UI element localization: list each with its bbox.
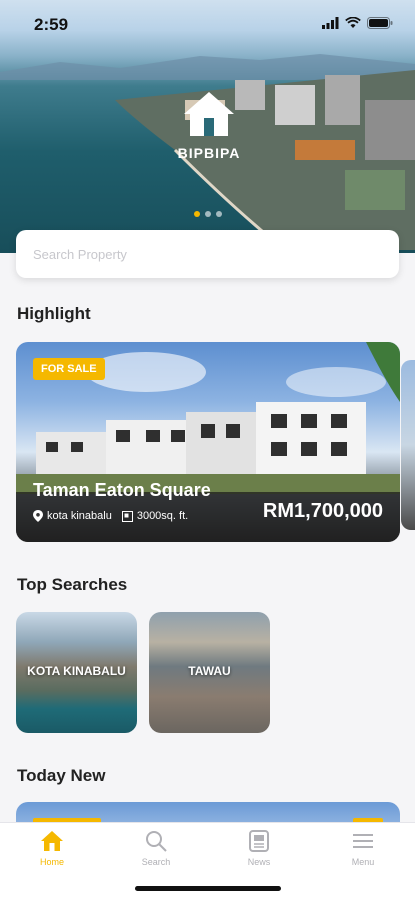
top-search-kota-kinabalu[interactable]: KOTA KINABALU xyxy=(16,612,137,733)
battery-icon xyxy=(367,17,393,29)
house-logo-icon xyxy=(184,92,234,136)
section-title-top-searches: Top Searches xyxy=(17,575,128,594)
property-size: 3000sq. ft. xyxy=(136,510,189,522)
brand-name: BIPBIPA xyxy=(177,145,241,161)
status-bar: 2:59 xyxy=(0,0,415,50)
search-input[interactable] xyxy=(16,230,399,278)
carousel-dots[interactable] xyxy=(194,211,222,217)
carousel-dot[interactable] xyxy=(205,211,211,217)
location-pin-icon xyxy=(33,510,43,522)
area-icon xyxy=(121,510,133,522)
section-title-highlight: Highlight xyxy=(17,304,91,323)
carousel-dot[interactable] xyxy=(216,211,222,217)
next-highlight-card[interactable] xyxy=(401,360,415,530)
carousel-dot[interactable] xyxy=(194,211,200,217)
section-title-today-new: Today New xyxy=(17,766,106,785)
tab-news[interactable]: News xyxy=(229,829,289,867)
for-sale-badge: FOR SALE xyxy=(33,358,105,380)
menu-icon xyxy=(353,834,373,848)
highlight-property-card[interactable]: FOR SALE Taman Eaton Square kota kinabal… xyxy=(16,342,400,542)
hero-banner[interactable]: 2:59 BIPBIPA xyxy=(0,0,415,253)
property-title: Taman Eaton Square xyxy=(33,480,211,500)
tab-label: News xyxy=(247,857,271,867)
tab-menu[interactable]: Menu xyxy=(333,829,393,867)
top-search-label: KOTA KINABALU xyxy=(27,664,126,678)
property-price: RM1,700,000 xyxy=(262,500,383,522)
tab-label: Search xyxy=(141,857,171,867)
news-icon xyxy=(249,830,269,852)
top-search-label: TAWAU xyxy=(188,664,231,678)
home-icon xyxy=(41,831,63,851)
home-indicator[interactable] xyxy=(135,886,281,891)
property-location: kota kinabalu xyxy=(47,510,112,522)
tab-home[interactable]: Home xyxy=(22,829,82,867)
wifi-icon xyxy=(345,17,361,28)
search-icon xyxy=(146,831,167,852)
property-meta: kota kinabalu 3000sq. ft. xyxy=(33,510,188,522)
tab-search[interactable]: Search xyxy=(126,829,186,867)
search-bar[interactable] xyxy=(16,230,399,278)
top-search-tawau[interactable]: TAWAU xyxy=(149,612,270,733)
city-waterfront-image xyxy=(115,70,415,250)
tab-label: Menu xyxy=(351,857,375,867)
app-logo: BIPBIPA xyxy=(164,90,254,161)
tab-label: Home xyxy=(39,857,64,867)
signal-icon xyxy=(322,17,339,29)
status-time: 2:59 xyxy=(34,15,69,34)
